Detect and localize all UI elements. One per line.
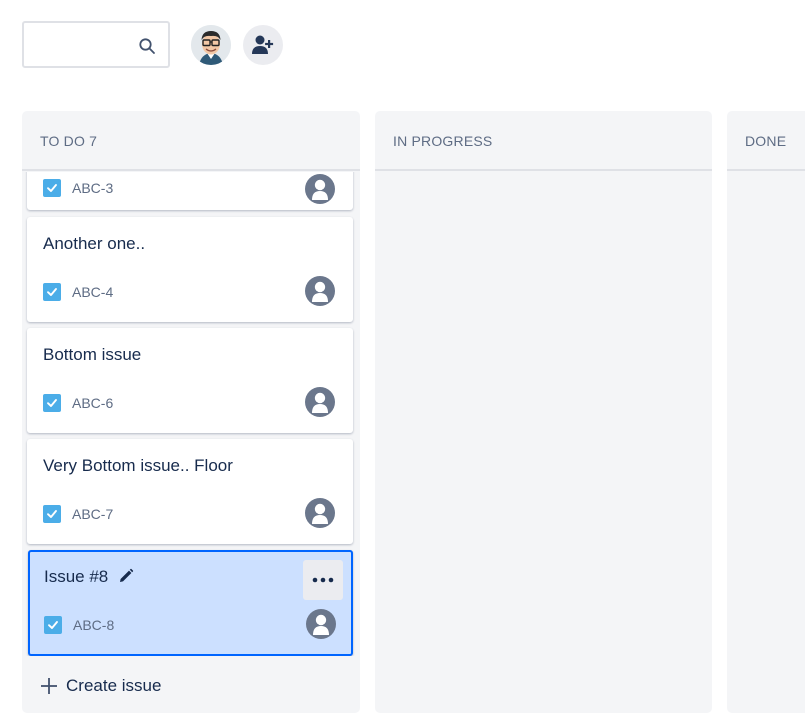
column-todo: TO DO 7 ABC-3 Another one.. ABC-4 Bottom… (22, 111, 360, 713)
task-checkbox-icon (43, 283, 61, 301)
issue-summary: Issue #8 (44, 567, 109, 586)
issue-key[interactable]: ABC-3 (72, 180, 113, 196)
issue-card[interactable]: Bottom issue ABC-6 (27, 328, 353, 433)
plus-icon (41, 678, 57, 694)
create-issue-label: Create issue (66, 676, 162, 695)
user-avatar[interactable] (191, 25, 231, 65)
column-header: IN PROGRESS (375, 111, 712, 171)
add-person-icon (252, 35, 274, 54)
search-box[interactable] (22, 21, 170, 68)
edit-pencil-icon[interactable] (118, 568, 134, 584)
task-checkbox-icon (43, 394, 61, 412)
column-title: TO DO 7 (40, 133, 98, 149)
issue-key[interactable]: ABC-7 (72, 506, 113, 522)
issue-key[interactable]: ABC-6 (72, 395, 113, 411)
issue-summary: Bottom issue (43, 345, 142, 364)
issue-key[interactable]: ABC-4 (72, 284, 113, 300)
task-checkbox-icon (43, 505, 61, 523)
issue-summary: Another one.. (43, 234, 146, 253)
column-header: DONE (727, 111, 805, 171)
assignee-avatar-icon[interactable] (305, 174, 335, 204)
column-in-progress[interactable]: IN PROGRESS (375, 111, 712, 713)
assignee-avatar-icon[interactable] (305, 387, 335, 417)
search-input[interactable] (32, 31, 141, 59)
column-done[interactable]: DONE (727, 111, 805, 713)
more-actions-button[interactable] (303, 560, 343, 600)
issue-summary: Very Bottom issue.. Floor (43, 456, 233, 475)
task-checkbox-icon (43, 179, 61, 197)
add-people-button[interactable] (243, 25, 283, 65)
column-title: DONE (745, 133, 787, 149)
issue-card-selected[interactable]: Issue #8 ABC-8 (28, 550, 353, 656)
search-icon[interactable] (138, 37, 156, 55)
avatar-icon (191, 25, 231, 65)
issue-card[interactable]: ABC-3 (27, 172, 353, 210)
issue-card[interactable]: Another one.. ABC-4 (27, 217, 353, 322)
assignee-avatar-icon[interactable] (305, 276, 335, 306)
issue-card[interactable]: Very Bottom issue.. Floor ABC-7 (27, 439, 353, 544)
column-title: IN PROGRESS (393, 133, 493, 149)
issue-key[interactable]: ABC-8 (73, 617, 114, 633)
create-issue-button[interactable]: Create issue (40, 671, 161, 701)
task-checkbox-icon (44, 616, 62, 634)
assignee-avatar-icon[interactable] (306, 609, 336, 639)
column-header: TO DO 7 (22, 111, 360, 171)
assignee-avatar-icon[interactable] (305, 498, 335, 528)
card-list[interactable]: ABC-3 Another one.. ABC-4 Bottom issue A… (22, 172, 360, 656)
more-dots-icon (312, 577, 334, 583)
